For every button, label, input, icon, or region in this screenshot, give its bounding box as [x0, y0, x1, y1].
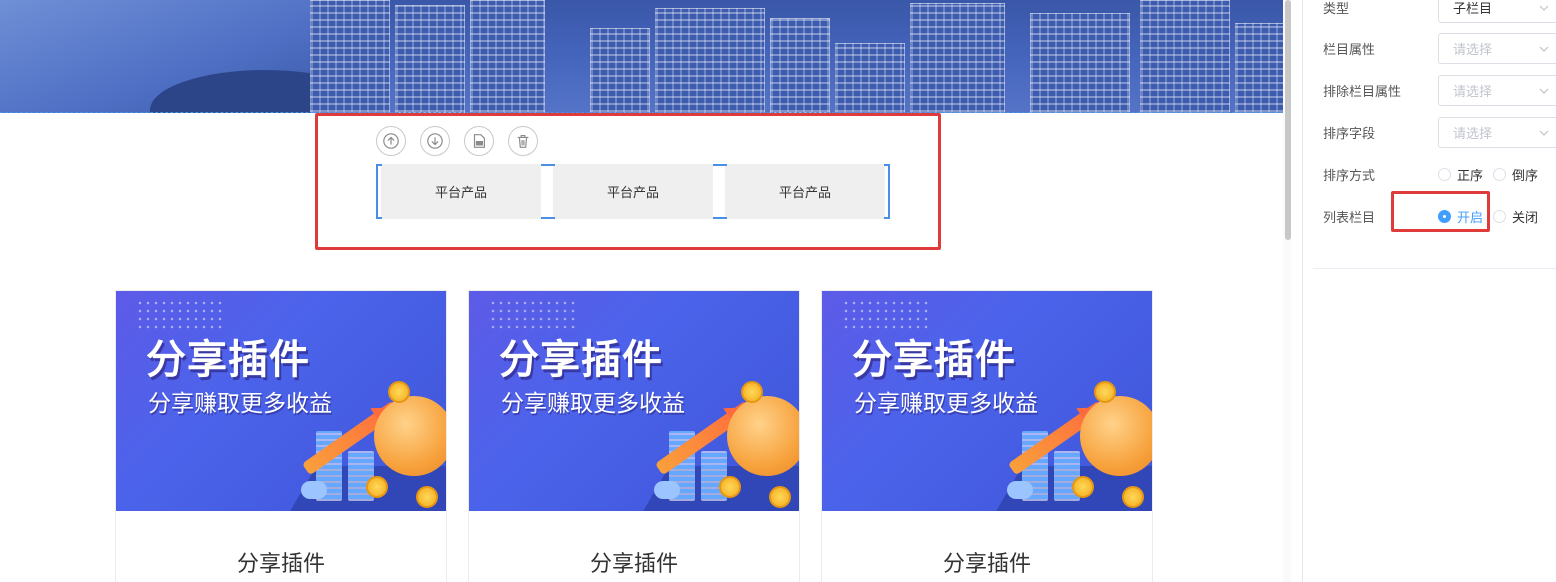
type-label: 类型 — [1323, 2, 1350, 17]
properties-panel: 类型 子栏目 栏目属性 请选择 排除栏目属性 请选择 排序字段 请选择 排序方式 — [1302, 0, 1556, 582]
share-plugin-banner: 分享插件 分享赚取更多收益 — [116, 291, 446, 511]
move-up-button[interactable] — [376, 126, 406, 156]
share-plugin-banner: 分享插件 分享赚取更多收益 — [822, 291, 1152, 511]
banner-subline: 分享赚取更多收益 — [148, 391, 332, 417]
list-on-radio[interactable]: 开启 — [1438, 207, 1483, 226]
panel-divider — [1313, 268, 1556, 269]
share-plugin-banner: 分享插件 分享赚取更多收益 — [469, 291, 799, 511]
sort-field-row: 排序字段 请选择 — [1323, 117, 1556, 148]
list-column-label: 列表栏目 — [1323, 211, 1376, 226]
tab-item[interactable]: 平台产品 — [725, 164, 885, 219]
sort-desc-radio[interactable]: 倒序 — [1493, 165, 1538, 184]
move-up-icon — [383, 133, 399, 149]
column-attr-label: 栏目属性 — [1323, 43, 1376, 58]
exclude-attr-label: 排除栏目属性 — [1323, 85, 1402, 100]
tab-nav-component: 平台产品 平台产品 平台产品 — [376, 164, 890, 219]
delete-button[interactable] — [508, 126, 538, 156]
radio-circle-icon — [1493, 210, 1507, 223]
sort-order-label: 排序方式 — [1323, 169, 1376, 184]
radio-circle-icon — [1493, 168, 1507, 181]
save-component-icon — [473, 134, 485, 148]
banner-headline: 分享插件 — [146, 337, 310, 383]
list-off-radio[interactable]: 关闭 — [1493, 207, 1538, 226]
exclude-attr-row: 排除栏目属性 请选择 — [1323, 75, 1556, 106]
sort-field-label: 排序字段 — [1323, 127, 1376, 142]
chevron-down-icon — [1539, 5, 1549, 11]
exclude-attr-select[interactable]: 请选择 — [1438, 75, 1556, 106]
sort-order-radio-group: 正序 倒序 — [1438, 165, 1542, 184]
tab-item[interactable]: 平台产品 — [553, 164, 713, 219]
tab-item[interactable]: 平台产品 — [381, 164, 541, 219]
card-title: 分享插件 — [942, 552, 1031, 577]
radio-circle-icon — [1438, 168, 1451, 181]
banner-headline: 分享插件 — [852, 337, 1016, 383]
chevron-down-icon — [1539, 88, 1549, 94]
list-column-row: 列表栏目 开启 关闭 — [1323, 207, 1542, 226]
chevron-down-icon — [1539, 46, 1549, 52]
move-down-button[interactable] — [420, 126, 450, 156]
sort-order-row: 排序方式 正序 倒序 — [1323, 165, 1542, 184]
column-attr-select[interactable]: 请选择 — [1438, 33, 1556, 64]
editor-canvas: 平台产品 平台产品 平台产品 分享插件 分享赚取更多收益 分享插件 分享插件 分… — [0, 0, 1300, 582]
banner-subline: 分享赚取更多收益 — [501, 391, 685, 417]
canvas-scrollbar-thumb[interactable] — [1285, 0, 1291, 240]
product-card[interactable]: 分享插件 分享赚取更多收益 分享插件 — [821, 290, 1153, 582]
list-column-radio-group: 开启 关闭 — [1438, 207, 1542, 226]
product-card[interactable]: 分享插件 分享赚取更多收益 分享插件 — [468, 290, 800, 582]
product-card[interactable]: 分享插件 分享赚取更多收益 分享插件 — [115, 290, 447, 582]
chevron-down-icon — [1539, 130, 1549, 136]
move-down-icon — [427, 133, 443, 149]
piggy-bank-icon — [374, 396, 446, 476]
banner-selection-border — [0, 112, 1290, 113]
piggy-bank-icon — [727, 396, 799, 476]
save-component-button[interactable] — [464, 126, 494, 156]
card-list: 分享插件 分享赚取更多收益 分享插件 分享插件 分享赚取更多收益 分享插件 分享… — [115, 290, 1153, 582]
banner-headline: 分享插件 — [499, 337, 663, 383]
type-select[interactable]: 子栏目 — [1438, 0, 1556, 23]
card-title: 分享插件 — [589, 552, 678, 577]
sort-field-select[interactable]: 请选择 — [1438, 117, 1556, 148]
column-attr-row: 栏目属性 请选择 — [1323, 33, 1556, 64]
component-toolbar — [376, 126, 538, 156]
type-row: 类型 子栏目 — [1323, 0, 1556, 23]
card-title: 分享插件 — [236, 552, 325, 577]
sort-asc-radio[interactable]: 正序 — [1438, 165, 1483, 184]
delete-icon — [517, 135, 529, 148]
radio-checked-icon — [1438, 210, 1451, 223]
banner-subline: 分享赚取更多收益 — [854, 391, 1038, 417]
piggy-bank-icon — [1080, 396, 1152, 476]
city-banner-image — [0, 0, 1290, 113]
